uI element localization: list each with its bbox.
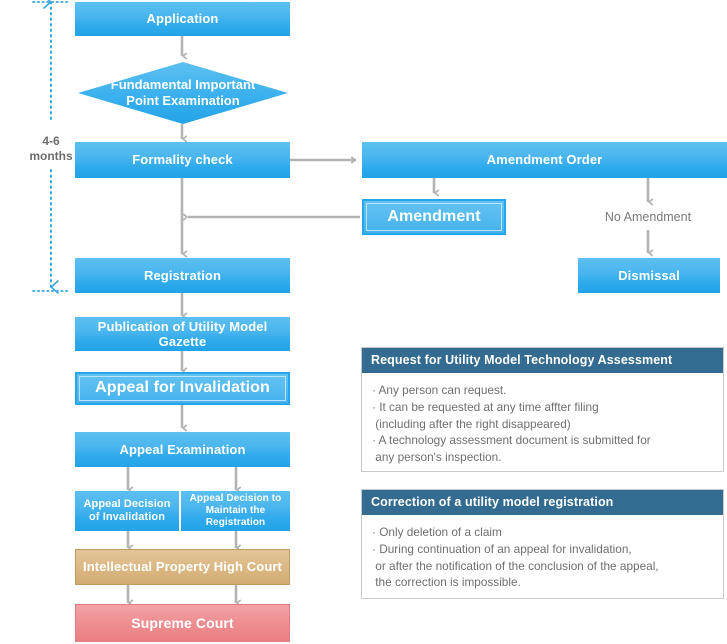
decision-invalidation-line2: of Invalidation (88, 511, 166, 523)
decision-maintain-line1: Appeal Decision to (189, 493, 282, 505)
node-fundamental-important-point-examination[interactable]: Fundamental Important Point Examination (78, 62, 288, 124)
amendment-inner: Amendment (366, 203, 502, 231)
node-appeal-decision-of-invalidation[interactable]: Appeal Decision of Invalidation (75, 491, 179, 531)
timeline-duration-line2: months (29, 149, 73, 163)
label-no-amendment: No Amendment (604, 210, 692, 224)
node-application[interactable]: Application (75, 2, 290, 36)
node-dismissal[interactable]: Dismissal (578, 258, 720, 293)
panel-1-header: Request for Utility Model Technology Ass… (362, 348, 723, 373)
appeal-for-invalidation-inner: Appeal for Invalidation (79, 376, 286, 401)
panel-2-line-4: the correction is impossible. (372, 575, 521, 590)
panel-correction-of-a-utility-model-registration: Correction of a utility model registrati… (361, 489, 724, 599)
panel-1-line-4: · A technology assessment document is su… (372, 433, 651, 448)
fundamental-line2: Point Examination (126, 93, 240, 108)
panel-1-line-3: (including after the right disappeared) (372, 416, 571, 431)
decision-maintain-line2: Maintain the Registration (205, 505, 266, 528)
panel-1-body: · Any person can request. · It can be re… (362, 373, 723, 474)
node-amendment[interactable]: Amendment (362, 199, 506, 235)
appeal-for-invalidation-label: Appeal for Invalidation (95, 379, 270, 397)
node-appeal-decision-to-maintain-the-registration[interactable]: Appeal Decision to Maintain the Registra… (181, 491, 290, 531)
node-supreme-court[interactable]: Supreme Court (75, 604, 290, 642)
flowchart-canvas: 4-6 months Application Fundamental Impor… (0, 0, 727, 644)
node-appeal-examination[interactable]: Appeal Examination (75, 432, 290, 467)
node-publication-of-utility-model-gazette[interactable]: Publication of Utility Model Gazette (75, 317, 290, 351)
panel-2-body: · Only deletion of a claim · During cont… (362, 515, 723, 599)
node-intellectual-property-high-court[interactable]: Intellectual Property High Court (75, 549, 290, 585)
panel-2-line-2: · During continuation of an appeal for i… (372, 541, 632, 556)
timeline-duration-line1: 4-6 (42, 134, 60, 148)
timeline-duration-label: 4-6 months (20, 134, 82, 164)
node-fundamental-label: Fundamental Important Point Examination (78, 62, 288, 124)
node-appeal-for-invalidation[interactable]: Appeal for Invalidation (75, 372, 290, 405)
panel-2-line-1: · Only deletion of a claim (372, 525, 502, 539)
decision-invalidation-line1: Appeal Decision (83, 498, 171, 511)
panel-request-for-utility-model-technology-assessment: Request for Utility Model Technology Ass… (361, 347, 724, 472)
panel-1-line-5: any person's inspection. (372, 450, 502, 464)
panel-2-header: Correction of a utility model registrati… (362, 490, 723, 515)
panel-1-line-1: · Any person can request. (372, 383, 507, 397)
fundamental-line1: Fundamental Important (110, 77, 256, 93)
node-formality-check[interactable]: Formality check (75, 142, 290, 178)
panel-1-line-2: · It can be requested at any time affter… (372, 399, 599, 414)
node-registration[interactable]: Registration (75, 258, 290, 293)
amendment-label: Amendment (387, 207, 481, 225)
panel-2-line-3: or after the notification of the conclus… (372, 558, 659, 573)
node-amendment-order[interactable]: Amendment Order (362, 142, 727, 178)
